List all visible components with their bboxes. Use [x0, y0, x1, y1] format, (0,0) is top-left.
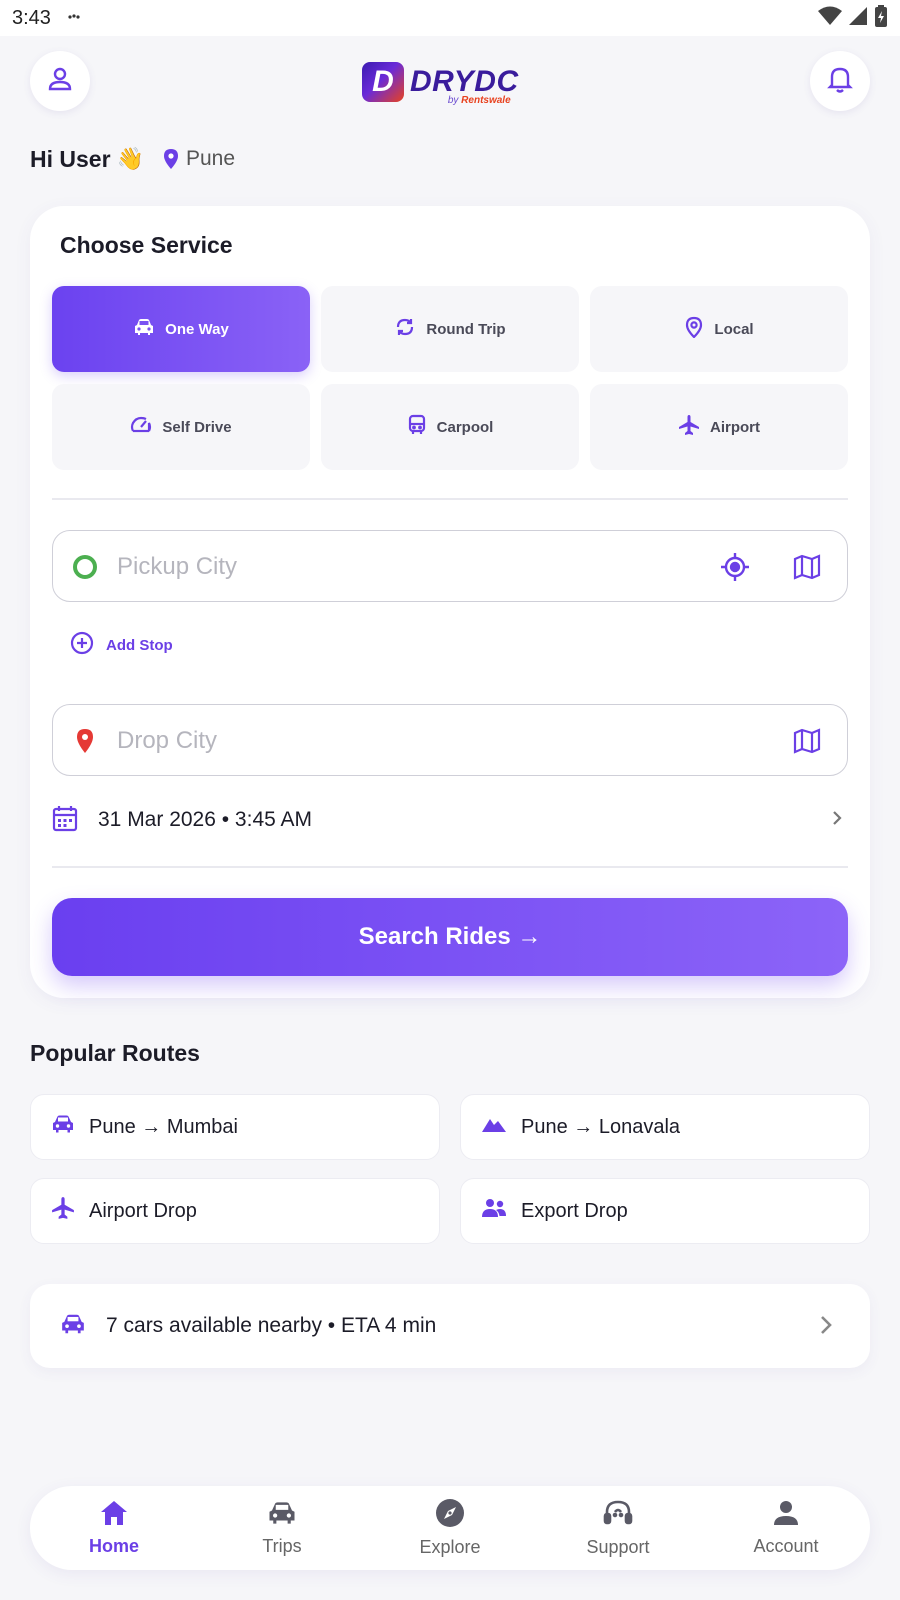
nav-account[interactable]: Account — [726, 1493, 846, 1563]
nav-label: Account — [753, 1536, 819, 1556]
datetime-selector[interactable]: 31 Mar 2026 • 3:45 AM — [52, 790, 848, 850]
refresh-icon — [394, 316, 416, 342]
drop-pin-icon — [71, 727, 99, 755]
chevron-right-icon — [818, 1312, 834, 1343]
nearby-cars-card[interactable]: 7 cars available nearby • ETA 4 min — [30, 1284, 870, 1368]
nav-label: Explore — [419, 1537, 481, 1557]
nav-label: Trips — [262, 1536, 302, 1556]
nav-label: Support — [586, 1537, 650, 1557]
car-icon — [133, 317, 155, 341]
service-label: One Way — [165, 320, 229, 338]
airplane-icon — [51, 1196, 75, 1226]
map-icon[interactable] — [791, 725, 823, 757]
add-stop-button[interactable]: Add Stop — [70, 630, 173, 660]
wifi-icon — [818, 6, 842, 31]
map-icon[interactable] — [791, 551, 823, 583]
pickup-city-input[interactable] — [117, 545, 677, 589]
bus-icon — [407, 414, 427, 440]
car-icon — [267, 1499, 297, 1532]
add-stop-label: Add Stop — [106, 636, 173, 654]
drop-field[interactable] — [52, 704, 848, 776]
nav-home[interactable]: Home — [54, 1493, 174, 1563]
service-label: Local — [714, 320, 754, 338]
service-label: Round Trip — [426, 320, 506, 338]
nav-label: Home — [88, 1536, 139, 1556]
route-label: Pune → Mumbai — [89, 1115, 238, 1138]
logo-word: DRYDC — [410, 65, 519, 98]
service-card: Choose Service One Way Round Trip Local … — [30, 206, 870, 998]
route-pune-mumbai[interactable]: Pune → Mumbai — [30, 1094, 440, 1160]
home-icon — [99, 1499, 129, 1532]
notifications-button[interactable] — [810, 51, 870, 111]
search-rides-button[interactable]: Search Rides → — [52, 898, 848, 976]
route-label: Pune → Lonavala — [521, 1115, 681, 1138]
logo-mark: D — [362, 62, 404, 102]
route-label: Export Drop — [521, 1199, 628, 1222]
logo-subtitle: by Rentswale — [447, 95, 511, 106]
person-outline-icon — [46, 65, 74, 98]
nearby-cars-text: 7 cars available nearby • ETA 4 min — [106, 1314, 437, 1337]
divider — [52, 866, 848, 868]
person-icon — [772, 1499, 800, 1532]
wave-emoji: 👋 — [116, 146, 144, 171]
signal-icon — [848, 6, 868, 31]
drop-city-input[interactable] — [117, 719, 677, 763]
status-bar: 3:43 — [0, 0, 900, 36]
service-local[interactable]: Local — [590, 286, 848, 372]
location-pin-icon — [684, 316, 704, 342]
route-export-drop[interactable]: Export Drop — [460, 1178, 870, 1244]
speedometer-icon — [130, 415, 152, 439]
greeting-row: Hi User 👋 Pune — [30, 142, 235, 176]
nav-trips[interactable]: Trips — [222, 1493, 342, 1563]
service-label: Self Drive — [162, 418, 232, 436]
car-icon — [60, 1312, 86, 1341]
service-grid: One Way Round Trip Local Self Drive Carp… — [52, 286, 848, 470]
pickup-dot-icon — [71, 553, 99, 581]
airplane-icon — [678, 414, 700, 440]
app-logo: D DRYDC by Rentswale — [362, 60, 542, 106]
gps-locate-icon[interactable] — [719, 551, 751, 583]
battery-icon — [874, 4, 888, 32]
bottom-navigation: Home Trips Explore Support Account — [30, 1486, 870, 1570]
headset-icon — [602, 1498, 634, 1533]
datetime-text: 31 Mar 2026 • 3:45 AM — [98, 808, 312, 831]
car-icon — [51, 1113, 75, 1141]
route-pune-lonavala[interactable]: Pune → Lonavala — [460, 1094, 870, 1160]
route-label: Airport Drop — [89, 1199, 197, 1222]
service-one-way[interactable]: One Way — [52, 286, 310, 372]
service-self-drive[interactable]: Self Drive — [52, 384, 310, 470]
service-airport[interactable]: Airport — [590, 384, 848, 470]
logo-text: DRYDC by Rentswale — [410, 65, 519, 106]
service-label: Airport — [710, 418, 760, 436]
profile-button[interactable] — [30, 51, 90, 111]
bell-icon — [826, 64, 854, 99]
service-round-trip[interactable]: Round Trip — [321, 286, 579, 372]
divider — [52, 498, 848, 500]
status-time: 3:43 — [12, 6, 51, 29]
chevron-right-icon — [830, 808, 844, 833]
location-pin-icon — [162, 148, 180, 170]
service-label: Carpool — [436, 418, 494, 436]
popular-routes-title: Popular Routes — [30, 1040, 200, 1066]
calendar-icon — [52, 804, 78, 837]
notification-dots-icon — [67, 9, 81, 27]
route-airport-drop[interactable]: Airport Drop — [30, 1178, 440, 1244]
pickup-field[interactable] — [52, 530, 848, 602]
app-header: D DRYDC by Rentswale — [0, 36, 900, 126]
nav-support[interactable]: Support — [558, 1493, 678, 1563]
service-carpool[interactable]: Carpool — [321, 384, 579, 470]
greeting-text: Hi User — [30, 145, 111, 172]
service-card-title: Choose Service — [60, 232, 233, 258]
people-icon — [481, 1198, 507, 1224]
nav-explore[interactable]: Explore — [390, 1493, 510, 1563]
mountain-icon — [481, 1115, 507, 1139]
current-city[interactable]: Pune — [186, 147, 235, 171]
add-circle-icon — [70, 631, 94, 659]
compass-icon — [435, 1498, 465, 1533]
